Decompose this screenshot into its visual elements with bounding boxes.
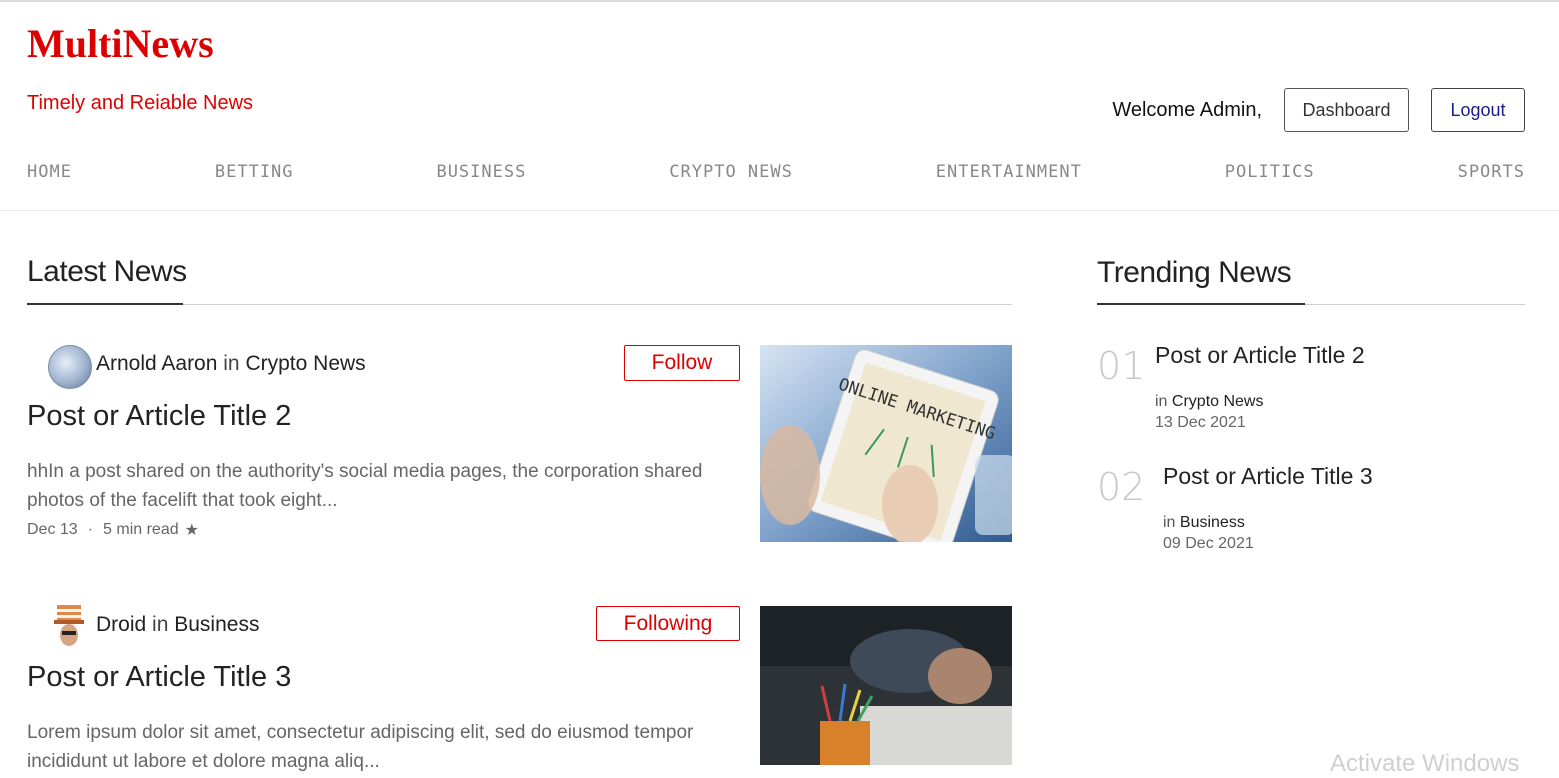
post-date: Dec 13	[27, 521, 78, 538]
online-marketing-illustration: ONLINE MARKETING	[760, 345, 1012, 542]
in-label: in	[1163, 514, 1176, 531]
nav-divider	[0, 210, 1559, 211]
trending-date: 09 Dec 2021	[1163, 535, 1254, 552]
author-avatar[interactable]	[48, 345, 92, 389]
trending-category-line: in Crypto News	[1155, 393, 1263, 411]
post-category[interactable]: Business	[174, 613, 259, 636]
latest-news-underline	[27, 303, 183, 305]
post-thumbnail[interactable]	[760, 606, 1012, 765]
post-meta: Arnold Aaron in Crypto News	[96, 352, 366, 376]
post-excerpt: Lorem ipsum dolor sit amet, consectetur …	[27, 722, 694, 772]
latest-news-heading: Latest News	[27, 255, 187, 288]
nav-politics[interactable]: POLITICS	[1225, 162, 1315, 182]
star-icon[interactable]: ★	[185, 520, 199, 540]
trending-category-line: in Business	[1163, 514, 1245, 532]
trending-category[interactable]: Business	[1180, 514, 1245, 531]
following-button[interactable]: Following	[596, 606, 740, 641]
nav-business[interactable]: BUSINESS	[436, 162, 526, 182]
nav-entertainment[interactable]: ENTERTAINMENT	[936, 162, 1082, 182]
logout-button[interactable]: Logout	[1431, 88, 1525, 132]
post-title[interactable]: Post or Article Title 2	[27, 400, 291, 433]
trending-number: 01	[1097, 344, 1146, 388]
post-excerpt: hhIn a post shared on the authority's so…	[27, 461, 703, 511]
trending-news-heading: Trending News	[1097, 256, 1292, 289]
trending-title[interactable]: Post or Article Title 3	[1163, 463, 1373, 490]
nav-crypto-news[interactable]: CRYPTO NEWS	[669, 162, 793, 182]
post-thumbnail[interactable]: ONLINE MARKETING	[760, 345, 1012, 542]
read-time: 5 min read	[103, 521, 179, 538]
trending-number: 02	[1097, 465, 1146, 509]
trending-news-underline	[1097, 303, 1305, 305]
post-category[interactable]: Crypto News	[245, 352, 365, 375]
activation-watermark: Activate Windows	[1330, 750, 1520, 777]
in-label: in	[152, 613, 169, 636]
nav-betting[interactable]: BETTING	[215, 162, 294, 182]
brand: MultiNews	[27, 20, 214, 68]
nav-home[interactable]: HOME	[27, 162, 72, 182]
trending-title[interactable]: Post or Article Title 2	[1155, 342, 1365, 369]
in-label: in	[223, 352, 240, 375]
site-tagline: Timely and Reiable News	[27, 92, 254, 114]
author-name[interactable]: Arnold Aaron	[96, 352, 217, 375]
separator-dot: ·	[87, 521, 94, 538]
post-info: Dec 13 · 5 min read ★	[27, 520, 199, 540]
main-nav: HOME BETTING BUSINESS CRYPTO NEWS ENTERT…	[27, 162, 1525, 182]
in-label: in	[1155, 393, 1168, 410]
nav-sports[interactable]: SPORTS	[1458, 162, 1525, 182]
author-avatar[interactable]	[54, 605, 84, 651]
post-meta: Droid in Business	[96, 613, 259, 637]
dashboard-button[interactable]: Dashboard	[1284, 88, 1409, 132]
trending-date: 13 Dec 2021	[1155, 414, 1246, 431]
post-title[interactable]: Post or Article Title 3	[27, 661, 291, 694]
account-area: Welcome Admin, Dashboard Logout	[1112, 88, 1525, 132]
sleeping-person-illustration	[760, 606, 1012, 765]
welcome-text: Welcome Admin,	[1112, 98, 1262, 121]
site-logo[interactable]: MultiNews	[27, 20, 214, 68]
author-name[interactable]: Droid	[96, 613, 146, 636]
trending-category[interactable]: Crypto News	[1172, 393, 1264, 410]
follow-button[interactable]: Follow	[624, 345, 740, 381]
